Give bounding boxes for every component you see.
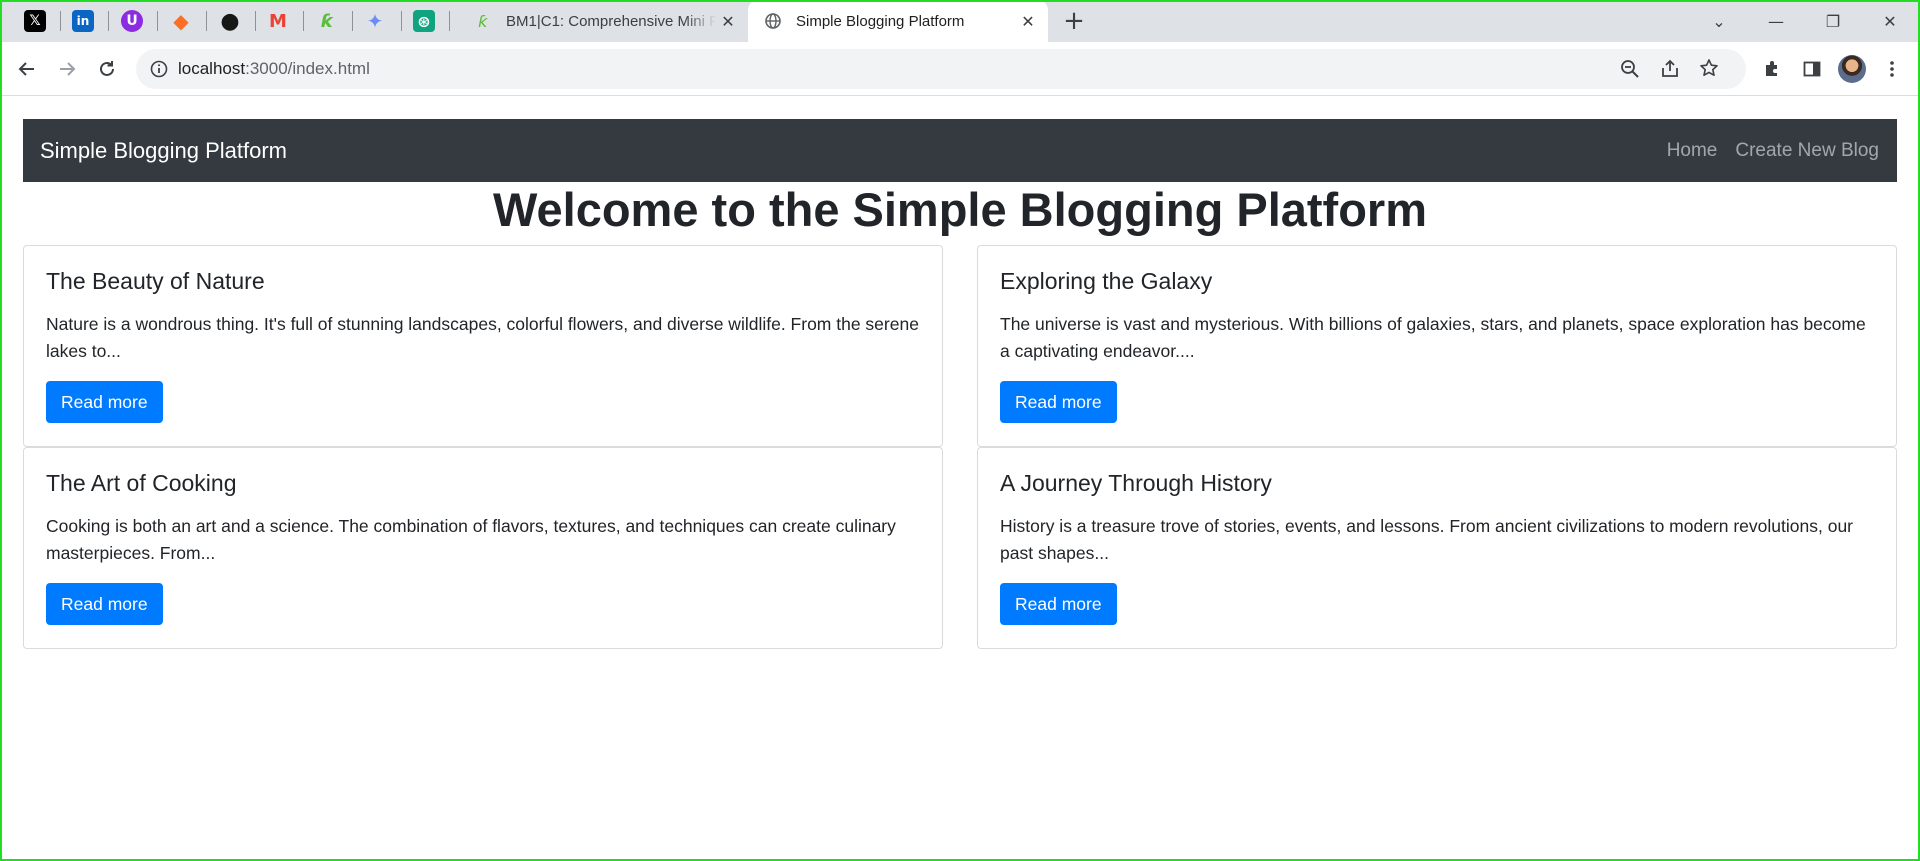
pinned-tab-gmail[interactable]: M [265, 8, 291, 34]
browser-menu-button[interactable] [1875, 52, 1909, 86]
bookmark-star-icon[interactable] [1699, 58, 1719, 83]
pinned-tab-linkedin[interactable]: in [70, 8, 96, 34]
nav-link-home[interactable]: Home [1667, 140, 1718, 162]
nav-link-create-new-blog[interactable]: Create New Blog [1735, 140, 1879, 162]
github-icon: ● [220, 8, 240, 34]
tab-separator [206, 11, 207, 31]
read-more-button[interactable]: Read more [46, 583, 163, 625]
zoom-icon[interactable] [1620, 59, 1640, 84]
reload-icon [100, 61, 114, 76]
proton-icon: U [121, 10, 143, 32]
read-more-button[interactable]: Read more [1000, 583, 1117, 625]
blog-card: The Beauty of Nature Nature is a wondrou… [23, 245, 943, 447]
read-more-button[interactable]: Read more [46, 381, 163, 423]
tab-separator [255, 11, 256, 31]
tab-separator [108, 11, 109, 31]
gmail-icon: M [269, 10, 287, 32]
site-navbar: Simple Blogging Platform Home Create New… [23, 119, 1897, 182]
navbar-brand[interactable]: Simple Blogging Platform [40, 138, 287, 164]
tab-separator [303, 11, 304, 31]
url-path: :3000/index.html [245, 59, 370, 78]
back-arrow-icon [18, 62, 34, 76]
gitlab-icon: ◆ [173, 9, 189, 33]
pinned-tab-runner[interactable]: ƙ [314, 8, 340, 34]
blog-card: Exploring the Galaxy The universe is vas… [977, 245, 1897, 447]
gemini-icon: ✦ [366, 9, 384, 33]
close-icon[interactable]: ✕ [716, 9, 740, 33]
address-bar[interactable]: localhost:3000/index.html [136, 49, 1746, 89]
blog-card-title: The Art of Cooking [46, 470, 237, 496]
blog-card-excerpt: Nature is a wondrous thing. It's full of… [46, 314, 919, 361]
pinned-tab-gemini[interactable]: ✦ [362, 8, 388, 34]
blog-card-excerpt: The universe is vast and mysterious. Wit… [1000, 314, 1866, 361]
close-icon[interactable]: ✕ [1016, 9, 1040, 33]
tab-separator [352, 11, 353, 31]
browser-toolbar: localhost:3000/index.html [0, 42, 1920, 96]
globe-icon [764, 12, 782, 30]
url-host: localhost [178, 59, 246, 78]
blog-card: The Art of Cooking Cooking is both an ar… [23, 447, 943, 649]
chatgpt-icon: ⊛ [413, 10, 435, 32]
puzzle-icon [1766, 61, 1777, 76]
tab-search-button[interactable]: ⌄ [1691, 0, 1747, 42]
tab-separator [401, 11, 402, 31]
minimize-button[interactable]: — [1748, 0, 1804, 42]
back-button[interactable] [10, 52, 44, 86]
linkedin-icon: in [72, 10, 94, 32]
tab-separator [157, 11, 158, 31]
pinned-tab-gitlab[interactable]: ◆ [168, 8, 194, 34]
page-title: Welcome to the Simple Blogging Platform [493, 183, 1427, 236]
blog-card-title: A Journey Through History [1000, 470, 1272, 496]
pinned-tab-x[interactable]: 𝕏 [22, 8, 48, 34]
url-text: localhost:3000/index.html [178, 59, 370, 79]
share-icon[interactable] [1660, 59, 1680, 84]
tab-separator [60, 11, 61, 31]
x-icon: 𝕏 [24, 10, 46, 32]
blog-card-excerpt: Cooking is both an art and a science. Th… [46, 516, 896, 563]
blog-card-excerpt: History is a treasure trove of stories, … [1000, 516, 1854, 563]
side-panel-icon [1803, 61, 1821, 77]
info-icon[interactable] [150, 60, 168, 83]
forward-button[interactable] [50, 52, 84, 86]
tab-mini-project[interactable]: ƙ BM1|C1: Comprehensive Mini Project ✕ [458, 0, 748, 42]
forward-arrow-icon [60, 62, 76, 76]
runner-icon: ƙ [321, 10, 333, 32]
tab-title: Simple Blogging Platform [796, 12, 965, 30]
blog-card-title: The Beauty of Nature [46, 268, 265, 294]
pinned-tab-chatgpt[interactable]: ⊛ [411, 8, 437, 34]
page-viewport: Simple Blogging Platform Home Create New… [0, 97, 1920, 861]
extensions-button[interactable] [1755, 52, 1789, 86]
side-panel-button[interactable] [1795, 52, 1829, 86]
tab-separator [449, 11, 450, 31]
reload-button[interactable] [90, 52, 124, 86]
blog-card-title: Exploring the Galaxy [1000, 268, 1213, 294]
tab-simple-blogging-platform[interactable]: Simple Blogging Platform ✕ [748, 0, 1048, 42]
window-close-button[interactable]: ✕ [1862, 0, 1918, 42]
tab-title: BM1|C1: Comprehensive Mini Project [506, 12, 716, 30]
restore-button[interactable]: ❐ [1805, 0, 1861, 42]
nav-links: Home Create New Blog [1667, 140, 1879, 162]
pinned-tab-github[interactable]: ● [217, 8, 243, 34]
more-vertical-icon [1890, 61, 1894, 77]
blog-card: A Journey Through History History is a t… [977, 447, 1897, 649]
new-tab-button[interactable]: + [1060, 7, 1088, 35]
profile-avatar[interactable] [1838, 55, 1866, 83]
tab-strip: 𝕏 in U ◆ ● M ƙ ✦ ⊛ ƙ BM1|C1: Comprehensi… [0, 0, 1920, 42]
pinned-tab-proton[interactable]: U [119, 8, 145, 34]
read-more-button[interactable]: Read more [1000, 381, 1117, 423]
runner-icon: ƙ [478, 11, 488, 31]
